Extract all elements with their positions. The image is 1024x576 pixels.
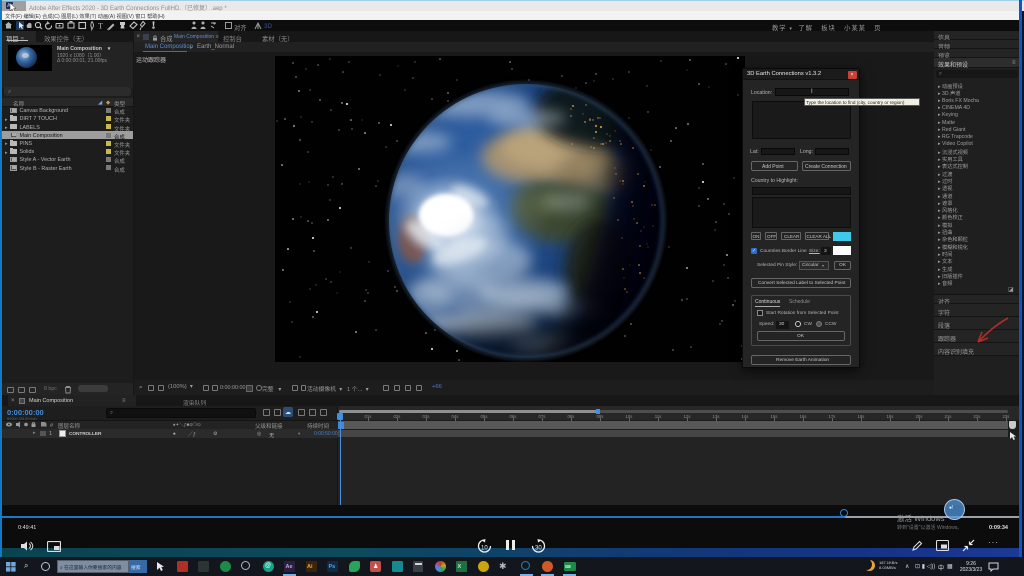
svg-text:T: T (98, 22, 103, 31)
svg-text:#: # (50, 423, 54, 428)
svg-text:30: 30 (535, 546, 542, 552)
svg-text:10: 10 (481, 546, 488, 552)
